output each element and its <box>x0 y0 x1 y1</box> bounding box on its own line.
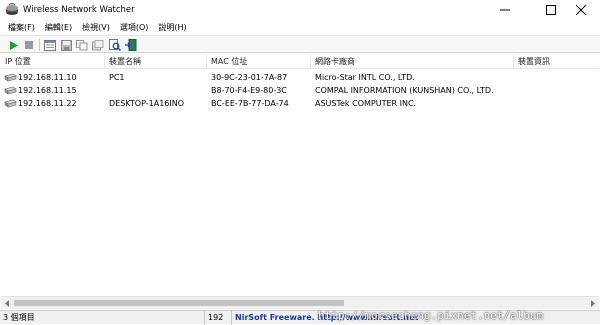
table-row[interactable]: 192.168.11.10 PC1 30-9C-23-01-7A-87 Micr… <box>1 71 599 84</box>
html-report-icon <box>92 39 104 50</box>
network-device-icon <box>4 99 17 108</box>
network-device-icon <box>4 86 17 95</box>
properties-icon <box>44 39 56 51</box>
cell-device-info <box>518 84 598 97</box>
cell-vendor: ASUSTek COMPUTER INC. <box>315 99 417 108</box>
maximize-icon <box>546 5 556 15</box>
list-header: IP 位置 裝置名稱 MAC 位址 網路卡廠商 裝置資訊 <box>1 55 599 69</box>
status-item-count: 3 個項目 <box>0 311 205 325</box>
menu-bar: 檔案(F) 編輯(E) 檢視(V) 選項(O) 說明(H) <box>0 20 600 35</box>
cell-device-name: DESKTOP-1A16INO <box>109 99 185 108</box>
menu-help[interactable]: 說明(H) <box>153 22 191 33</box>
cell-device-info <box>518 71 598 84</box>
horizontal-scrollbar[interactable] <box>1 296 599 309</box>
close-icon <box>576 5 586 15</box>
save-button[interactable] <box>59 38 73 52</box>
copy-icon <box>76 39 88 50</box>
menu-edit[interactable]: 編輯(E) <box>40 22 77 33</box>
cell-mac: 30-9C-23-01-7A-87 <box>211 73 288 82</box>
toolbar <box>0 35 600 53</box>
column-header-device-name[interactable]: 裝置名稱 <box>105 55 207 69</box>
status-middle-value: 192 <box>205 311 232 325</box>
column-header-vendor[interactable]: 網路卡廠商 <box>311 55 514 69</box>
save-icon <box>60 39 72 51</box>
find-icon <box>109 39 121 51</box>
cell-mac: B8-70-F4-E9-80-3C <box>211 86 287 95</box>
title-bar: Wireless Network Watcher <box>0 0 600 20</box>
copy-button[interactable] <box>75 38 89 52</box>
html-report-button[interactable] <box>91 38 105 52</box>
play-icon <box>9 40 18 50</box>
scrollbar-thumb[interactable] <box>14 300 344 306</box>
menu-options[interactable]: 選項(O) <box>115 22 154 33</box>
exit-icon <box>125 39 137 51</box>
table-row[interactable]: 192.168.11.15 B8-70-F4-E9-80-3C COMPAL I… <box>1 84 599 97</box>
properties-button[interactable] <box>43 38 57 52</box>
toolbar-separator <box>39 39 40 51</box>
minimize-button[interactable] <box>486 0 524 20</box>
cell-device-name <box>109 84 205 97</box>
cell-device-info <box>518 97 598 110</box>
minimize-icon <box>500 9 510 11</box>
network-device-icon <box>4 73 17 82</box>
find-button[interactable] <box>108 38 122 52</box>
column-header-ip[interactable]: IP 位置 <box>1 55 105 69</box>
cell-vendor: COMPAL INFORMATION (KUNSHAN) CO., LTD. <box>315 86 494 95</box>
window-title: Wireless Network Watcher <box>23 5 135 15</box>
menu-file[interactable]: 檔案(F) <box>3 22 40 33</box>
exit-button[interactable] <box>124 38 138 52</box>
cell-vendor: Micro-Star INTL CO., LTD. <box>315 73 415 82</box>
cell-mac: BC-EE-7B-77-DA-74 <box>211 99 289 108</box>
table-row[interactable]: 192.168.11.22 DESKTOP-1A16INO BC-EE-7B-7… <box>1 97 599 110</box>
column-header-device-info[interactable]: 裝置資訊 <box>514 55 599 69</box>
menu-view[interactable]: 檢視(V) <box>77 22 115 33</box>
stop-button[interactable] <box>22 38 36 52</box>
start-button[interactable] <box>6 38 20 52</box>
column-header-mac[interactable]: MAC 位址 <box>207 55 311 69</box>
network-watcher-icon <box>6 3 18 15</box>
device-list[interactable]: IP 位置 裝置名稱 MAC 位址 網路卡廠商 裝置資訊 192.168.11.… <box>1 55 599 296</box>
cell-ip: 192.168.11.22 <box>18 99 77 108</box>
cell-ip: 192.168.11.15 <box>18 86 77 95</box>
cell-device-name: PC1 <box>109 73 125 82</box>
watermark-text: http://morsecheng.pixnet.net/album <box>318 309 544 322</box>
stop-icon <box>25 41 33 49</box>
close-button[interactable] <box>562 0 600 20</box>
scroll-right-icon[interactable] <box>590 300 596 307</box>
cell-ip: 192.168.11.10 <box>18 73 77 82</box>
scroll-left-icon[interactable] <box>4 300 10 307</box>
